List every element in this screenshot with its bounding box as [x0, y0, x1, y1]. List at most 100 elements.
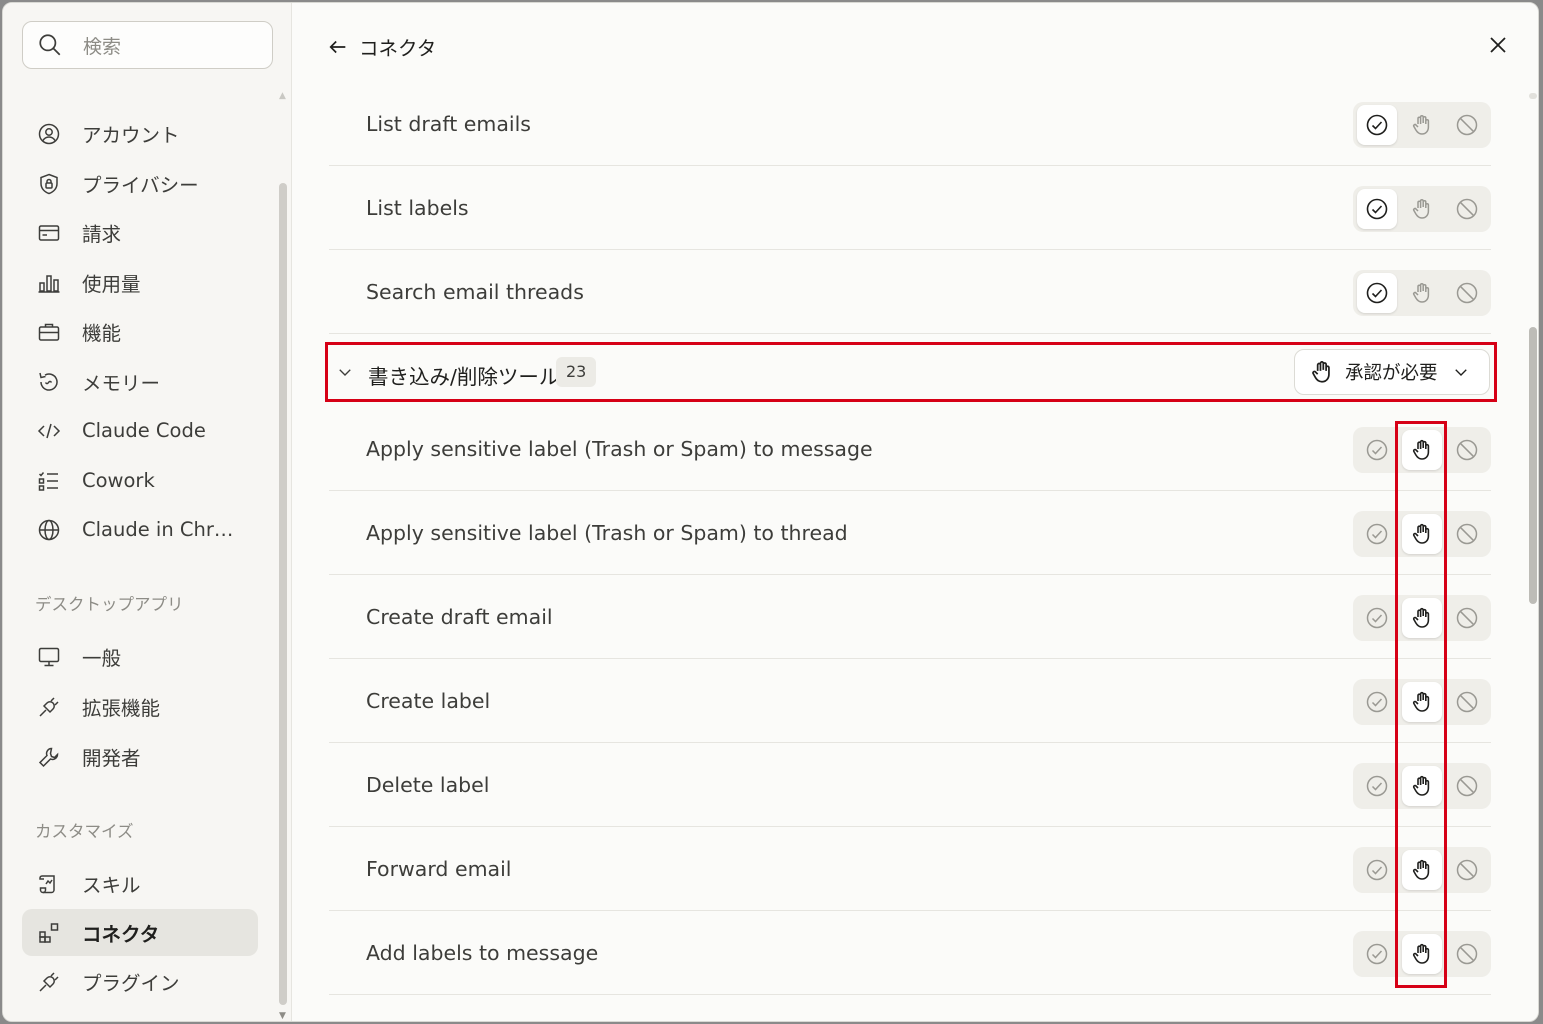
ban-icon — [1456, 198, 1478, 220]
block-button[interactable] — [1447, 934, 1487, 974]
sidebar-item-privacy[interactable]: プライバシー — [22, 160, 258, 207]
sidebar-item-billing[interactable]: 請求 — [22, 209, 258, 256]
allow-button[interactable] — [1357, 934, 1397, 974]
briefcase-icon — [36, 319, 62, 345]
allow-button[interactable] — [1357, 105, 1397, 145]
tool-row: Apply sensitive label (Trash or Spam) to… — [329, 407, 1491, 491]
ask-button[interactable] — [1402, 850, 1442, 890]
check-circle-icon — [1366, 198, 1388, 220]
section-label-desktop: デスクトップアプリ — [35, 595, 184, 614]
permission-toggle — [1353, 847, 1491, 893]
sidebar-item-features[interactable]: 機能 — [22, 308, 258, 355]
sidebar-item-general[interactable]: 一般 — [22, 633, 258, 680]
sidebar-item-label: プライバシー — [82, 174, 199, 197]
code-icon — [36, 418, 62, 444]
tool-name: Search email threads — [366, 280, 584, 304]
check-circle-icon — [1366, 691, 1388, 713]
block-button[interactable] — [1447, 766, 1487, 806]
block-button[interactable] — [1447, 430, 1487, 470]
history-icon — [36, 369, 62, 395]
section-label-customize: カスタマイズ — [35, 822, 134, 841]
ask-button[interactable] — [1402, 189, 1442, 229]
allow-button[interactable] — [1357, 682, 1397, 722]
sidebar-item-claude-in-chrome[interactable]: Claude in Chr… — [22, 506, 258, 553]
sidebar-item-label: 拡張機能 — [82, 697, 161, 720]
sidebar-scrollbar[interactable] — [279, 183, 287, 1005]
search-icon — [39, 34, 61, 56]
sidebar-item-plugins[interactable]: プラグイン — [22, 958, 258, 1005]
allow-button[interactable] — [1357, 273, 1397, 313]
allow-button[interactable] — [1357, 189, 1397, 229]
ban-icon — [1456, 282, 1478, 304]
back-button[interactable]: コネクタ — [327, 32, 436, 61]
sidebar-item-extensions[interactable]: 拡張機能 — [22, 683, 258, 730]
ask-button[interactable] — [1402, 514, 1442, 554]
sidebar-item-cowork[interactable]: Cowork — [22, 457, 258, 504]
sidebar-item-label: 一般 — [82, 647, 122, 670]
sidebar-item-label: Claude in Chr… — [82, 518, 234, 541]
check-circle-icon — [1366, 943, 1388, 965]
sidebar: 検索 ▲ アカウント プライバシー 請求 使用量 機能 メモリー Claude … — [3, 3, 292, 1021]
permission-toggle — [1353, 427, 1491, 473]
block-button[interactable] — [1447, 850, 1487, 890]
sidebar-item-skills[interactable]: スキル — [22, 860, 258, 907]
ask-button[interactable] — [1402, 766, 1442, 806]
ask-button[interactable] — [1402, 273, 1442, 313]
hand-icon — [1412, 859, 1430, 880]
ask-button[interactable] — [1402, 598, 1442, 638]
ask-button[interactable] — [1402, 682, 1442, 722]
bar-chart-icon — [36, 270, 62, 296]
search-input[interactable]: 検索 — [22, 21, 273, 69]
ban-icon — [1456, 775, 1478, 797]
hand-icon — [1412, 691, 1430, 712]
permission-toggle — [1353, 763, 1491, 809]
block-button[interactable] — [1447, 189, 1487, 229]
hand-icon — [1412, 943, 1430, 964]
allow-button[interactable] — [1357, 766, 1397, 806]
credit-card-icon — [36, 220, 62, 246]
sidebar-item-connectors[interactable]: コネクタ — [22, 909, 258, 956]
scroll-up-arrow[interactable]: ▲ — [279, 91, 286, 101]
hand-icon — [1412, 523, 1430, 544]
block-button[interactable] — [1447, 273, 1487, 313]
block-button[interactable] — [1447, 105, 1487, 145]
sidebar-item-developer[interactable]: 開発者 — [22, 733, 258, 780]
sidebar-item-usage[interactable]: 使用量 — [22, 259, 258, 306]
ban-icon — [1456, 943, 1478, 965]
sidebar-item-claude-code[interactable]: Claude Code — [22, 407, 258, 454]
close-icon[interactable] — [1486, 33, 1510, 57]
sidebar-item-label: Cowork — [82, 469, 155, 492]
sidebar-item-memory[interactable]: メモリー — [22, 358, 258, 405]
ban-icon — [1456, 114, 1478, 136]
tool-row: List draft emails — [329, 82, 1491, 166]
ask-button[interactable] — [1402, 105, 1442, 145]
ask-button[interactable] — [1402, 934, 1442, 974]
ban-icon — [1456, 691, 1478, 713]
block-button[interactable] — [1447, 598, 1487, 638]
write-tools-group-header[interactable]: 書き込み/削除ツール 23 承認が必要 — [325, 342, 1497, 402]
allow-button[interactable] — [1357, 514, 1397, 554]
sidebar-item-account[interactable]: アカウント — [22, 110, 258, 157]
main-scrollbar[interactable] — [1529, 327, 1537, 604]
shield-lock-icon — [36, 171, 62, 197]
allow-button[interactable] — [1357, 850, 1397, 890]
block-button[interactable] — [1447, 682, 1487, 722]
block-button[interactable] — [1447, 514, 1487, 554]
tool-name: Create label — [366, 689, 491, 713]
tool-name: Create draft email — [366, 605, 553, 629]
page-title: コネクタ — [359, 37, 437, 60]
check-circle-icon — [1366, 523, 1388, 545]
permission-toggle — [1353, 511, 1491, 557]
scroll-down-arrow[interactable]: ▼ — [279, 1011, 286, 1021]
hand-icon — [1412, 439, 1430, 460]
ask-button[interactable] — [1402, 430, 1442, 470]
settings-window: 検索 ▲ アカウント プライバシー 請求 使用量 機能 メモリー Claude … — [2, 2, 1539, 1022]
group-policy-dropdown[interactable]: 承認が必要 — [1294, 349, 1490, 395]
check-circle-icon — [1366, 282, 1388, 304]
sidebar-item-label: 開発者 — [82, 747, 141, 770]
chevron-down-icon — [1454, 369, 1467, 376]
chevron-down-icon[interactable] — [336, 363, 354, 381]
allow-button[interactable] — [1357, 430, 1397, 470]
hand-icon — [1412, 775, 1430, 796]
allow-button[interactable] — [1357, 598, 1397, 638]
